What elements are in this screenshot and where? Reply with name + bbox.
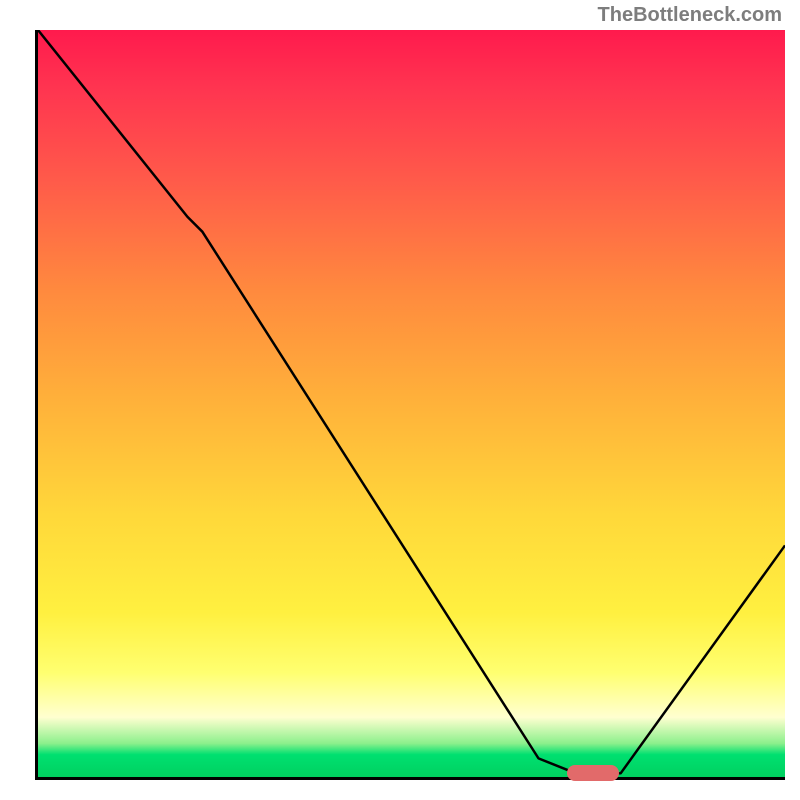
plot-area xyxy=(35,30,785,780)
watermark-text: TheBottleneck.com xyxy=(598,4,782,27)
line-series xyxy=(38,30,785,777)
chart-container: TheBottleneck.com xyxy=(0,0,800,800)
optimal-marker xyxy=(567,765,619,781)
curve-path xyxy=(38,30,785,773)
